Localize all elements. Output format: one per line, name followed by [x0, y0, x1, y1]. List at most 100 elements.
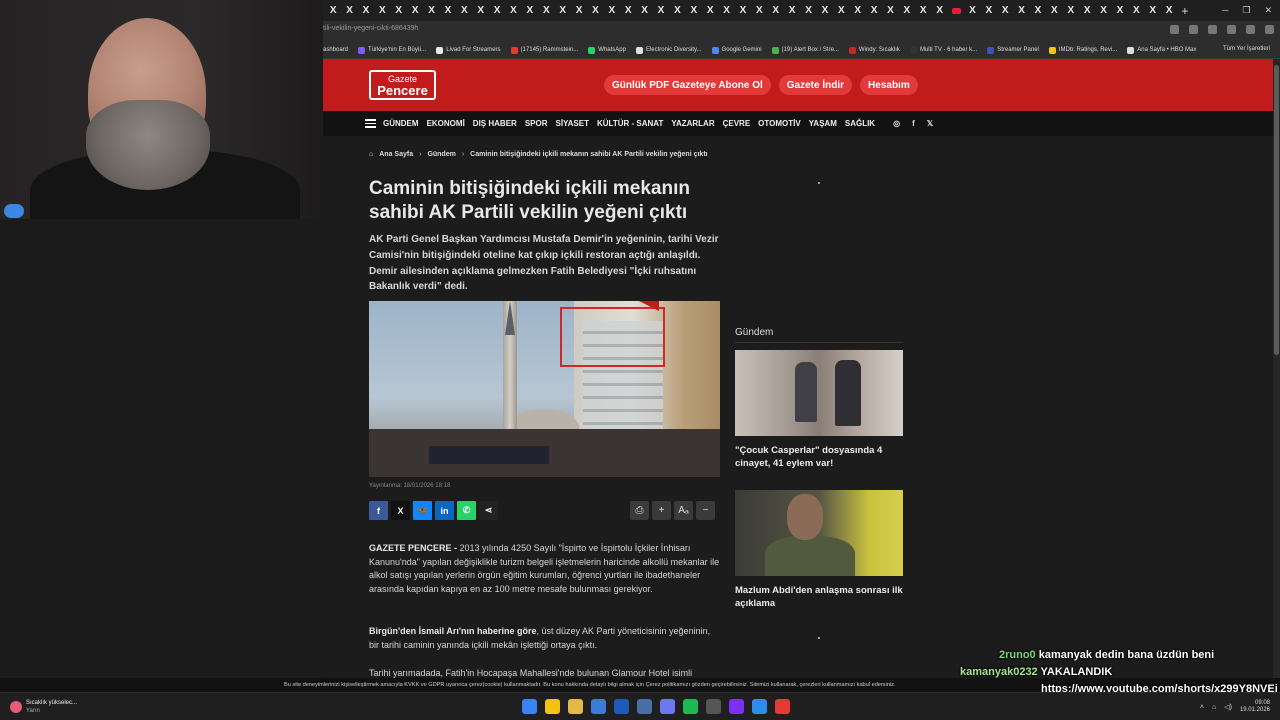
- nav-item[interactable]: GÜNDEM: [383, 119, 419, 128]
- account-button[interactable]: Hesabım: [860, 75, 918, 95]
- browser-tab[interactable]: X: [554, 0, 570, 21]
- browser-tab[interactable]: X: [1063, 0, 1079, 21]
- browser-tab[interactable]: X: [604, 0, 620, 21]
- sidebar-card-image-1[interactable]: [735, 350, 903, 436]
- subscribe-pdf-button[interactable]: Günlük PDF Gazeteye Abone Ol: [604, 75, 771, 95]
- browser-tab[interactable]: X: [1161, 0, 1177, 21]
- browser-tab[interactable]: X: [391, 0, 407, 21]
- install-icon[interactable]: [1170, 25, 1179, 34]
- browser-tab[interactable]: X: [1128, 0, 1144, 21]
- linkedin-share-icon[interactable]: in: [435, 501, 454, 520]
- browser-tab[interactable]: X: [981, 0, 997, 21]
- x-share-icon[interactable]: X: [391, 501, 410, 520]
- browser-tab[interactable]: X: [997, 0, 1013, 21]
- nav-item[interactable]: YAZARLAR: [671, 119, 714, 128]
- bookmark-item[interactable]: (19) Alert Box / Stre...: [771, 46, 839, 54]
- browser-tab[interactable]: [948, 0, 964, 21]
- browser-tab[interactable]: X: [817, 0, 833, 21]
- browser-tab[interactable]: X: [866, 0, 882, 21]
- download-paper-button[interactable]: Gazete İndir: [778, 75, 853, 95]
- browser-tab[interactable]: X: [423, 0, 439, 21]
- close-window-icon[interactable]: ✕: [1264, 5, 1272, 16]
- nav-item[interactable]: SPOR: [525, 119, 548, 128]
- taskbar-app-icon[interactable]: [729, 699, 744, 714]
- browser-tab[interactable]: X: [341, 0, 357, 21]
- taskbar-app-icon[interactable]: [545, 699, 560, 714]
- taskbar-app-icon[interactable]: [706, 699, 721, 714]
- browser-tab[interactable]: X: [1079, 0, 1095, 21]
- bookmark-item[interactable]: Ana Sayfa • HBO Max: [1127, 46, 1196, 54]
- nav-item[interactable]: KÜLTÜR - SANAT: [597, 119, 663, 128]
- browser-tab[interactable]: X: [538, 0, 554, 21]
- hamburger-menu-icon[interactable]: [365, 119, 376, 128]
- font-decrease-icon[interactable]: −: [696, 501, 715, 520]
- weather-widget[interactable]: Sıcaklık yükselec... Yarın: [10, 699, 77, 715]
- bookmark-item[interactable]: Google Gemini: [711, 46, 762, 54]
- bookmark-item[interactable]: Türkiye'nin En Büyü...: [358, 46, 426, 54]
- all-bookmarks-button[interactable]: Tüm Yer İşaretleri: [1223, 46, 1270, 52]
- taskbar-app-icon[interactable]: [752, 699, 767, 714]
- browser-tab[interactable]: X: [800, 0, 816, 21]
- browser-tab[interactable]: X: [850, 0, 866, 21]
- browser-tab[interactable]: X: [686, 0, 702, 21]
- tray-chevron-icon[interactable]: ˄: [1200, 704, 1204, 711]
- site-logo[interactable]: Gazete Pencere: [369, 70, 436, 100]
- nav-item[interactable]: EKONOMİ: [427, 119, 465, 128]
- menu-icon[interactable]: [1265, 25, 1274, 34]
- bookmark-item[interactable]: Multi TV - 6 haber k...: [909, 46, 977, 54]
- browser-tab[interactable]: X: [1046, 0, 1062, 21]
- browser-tab[interactable]: X: [1013, 0, 1029, 21]
- browser-tab[interactable]: X: [735, 0, 751, 21]
- taskbar-app-icon[interactable]: [614, 699, 629, 714]
- print-icon[interactable]: ⎙: [630, 501, 649, 520]
- minimize-icon[interactable]: ─: [1222, 5, 1228, 16]
- nav-item[interactable]: SAĞLIK: [845, 119, 875, 128]
- breadcrumb-section[interactable]: Gündem: [427, 151, 455, 158]
- browser-tab[interactable]: X: [653, 0, 669, 21]
- share-more-icon[interactable]: ⋖: [479, 501, 498, 520]
- new-tab-button[interactable]: +: [1181, 4, 1188, 18]
- browser-tab[interactable]: X: [440, 0, 456, 21]
- browser-tab[interactable]: X: [374, 0, 390, 21]
- star-icon[interactable]: [1189, 25, 1198, 34]
- bookmark-item[interactable]: Windy: Sıcaklık: [848, 46, 900, 54]
- taskbar-app-icon[interactable]: [683, 699, 698, 714]
- bluesky-share-icon[interactable]: 🦋: [413, 501, 432, 520]
- bookmark-item[interactable]: ashboard: [323, 47, 348, 53]
- bookmark-item[interactable]: Electronic Diversity...: [635, 46, 702, 54]
- browser-tab[interactable]: X: [325, 0, 341, 21]
- nav-item[interactable]: ÇEVRE: [723, 119, 751, 128]
- address-bar[interactable]: tili-vekilin-yegeni-cikti-686439h: [323, 25, 418, 32]
- browser-tab[interactable]: X: [456, 0, 472, 21]
- facebook-icon[interactable]: f: [912, 119, 915, 128]
- bookmark-item[interactable]: IMDb: Ratings, Revi...: [1048, 46, 1117, 54]
- volume-icon[interactable]: ◁): [1224, 703, 1232, 711]
- browser-tab[interactable]: X: [931, 0, 947, 21]
- font-increase-icon[interactable]: +: [652, 501, 671, 520]
- browser-tab[interactable]: X: [964, 0, 980, 21]
- browser-tab[interactable]: X: [522, 0, 538, 21]
- taskbar-app-icon[interactable]: [591, 699, 606, 714]
- browser-tab[interactable]: X: [636, 0, 652, 21]
- whatsapp-share-icon[interactable]: ✆: [457, 501, 476, 520]
- browser-tab[interactable]: X: [768, 0, 784, 21]
- bookmark-item[interactable]: Streamer Panel: [987, 46, 1039, 54]
- browser-tab[interactable]: X: [1145, 0, 1161, 21]
- bookmark-item[interactable]: WhatsApp: [588, 46, 626, 54]
- nav-item[interactable]: YAŞAM: [809, 119, 837, 128]
- media-icon[interactable]: [1227, 25, 1236, 34]
- browser-tab[interactable]: X: [1112, 0, 1128, 21]
- breadcrumb-home[interactable]: Ana Sayfa: [379, 151, 413, 158]
- x-icon[interactable]: 𝕏: [927, 119, 933, 128]
- paragraph-lead[interactable]: Birgün'den İsmail Arı'nın haberine göre: [369, 626, 536, 636]
- restore-icon[interactable]: ❐: [1242, 5, 1250, 16]
- browser-tab[interactable]: X: [473, 0, 489, 21]
- network-icon[interactable]: ⌂: [1212, 704, 1216, 711]
- facebook-share-icon[interactable]: f: [369, 501, 388, 520]
- instagram-icon[interactable]: ◎: [893, 119, 900, 128]
- taskbar-app-icon[interactable]: [637, 699, 652, 714]
- browser-tab[interactable]: X: [1095, 0, 1111, 21]
- browser-tab[interactable]: X: [915, 0, 931, 21]
- bookmark-item[interactable]: (17145) Rammstein...: [510, 46, 578, 54]
- browser-tab[interactable]: X: [505, 0, 521, 21]
